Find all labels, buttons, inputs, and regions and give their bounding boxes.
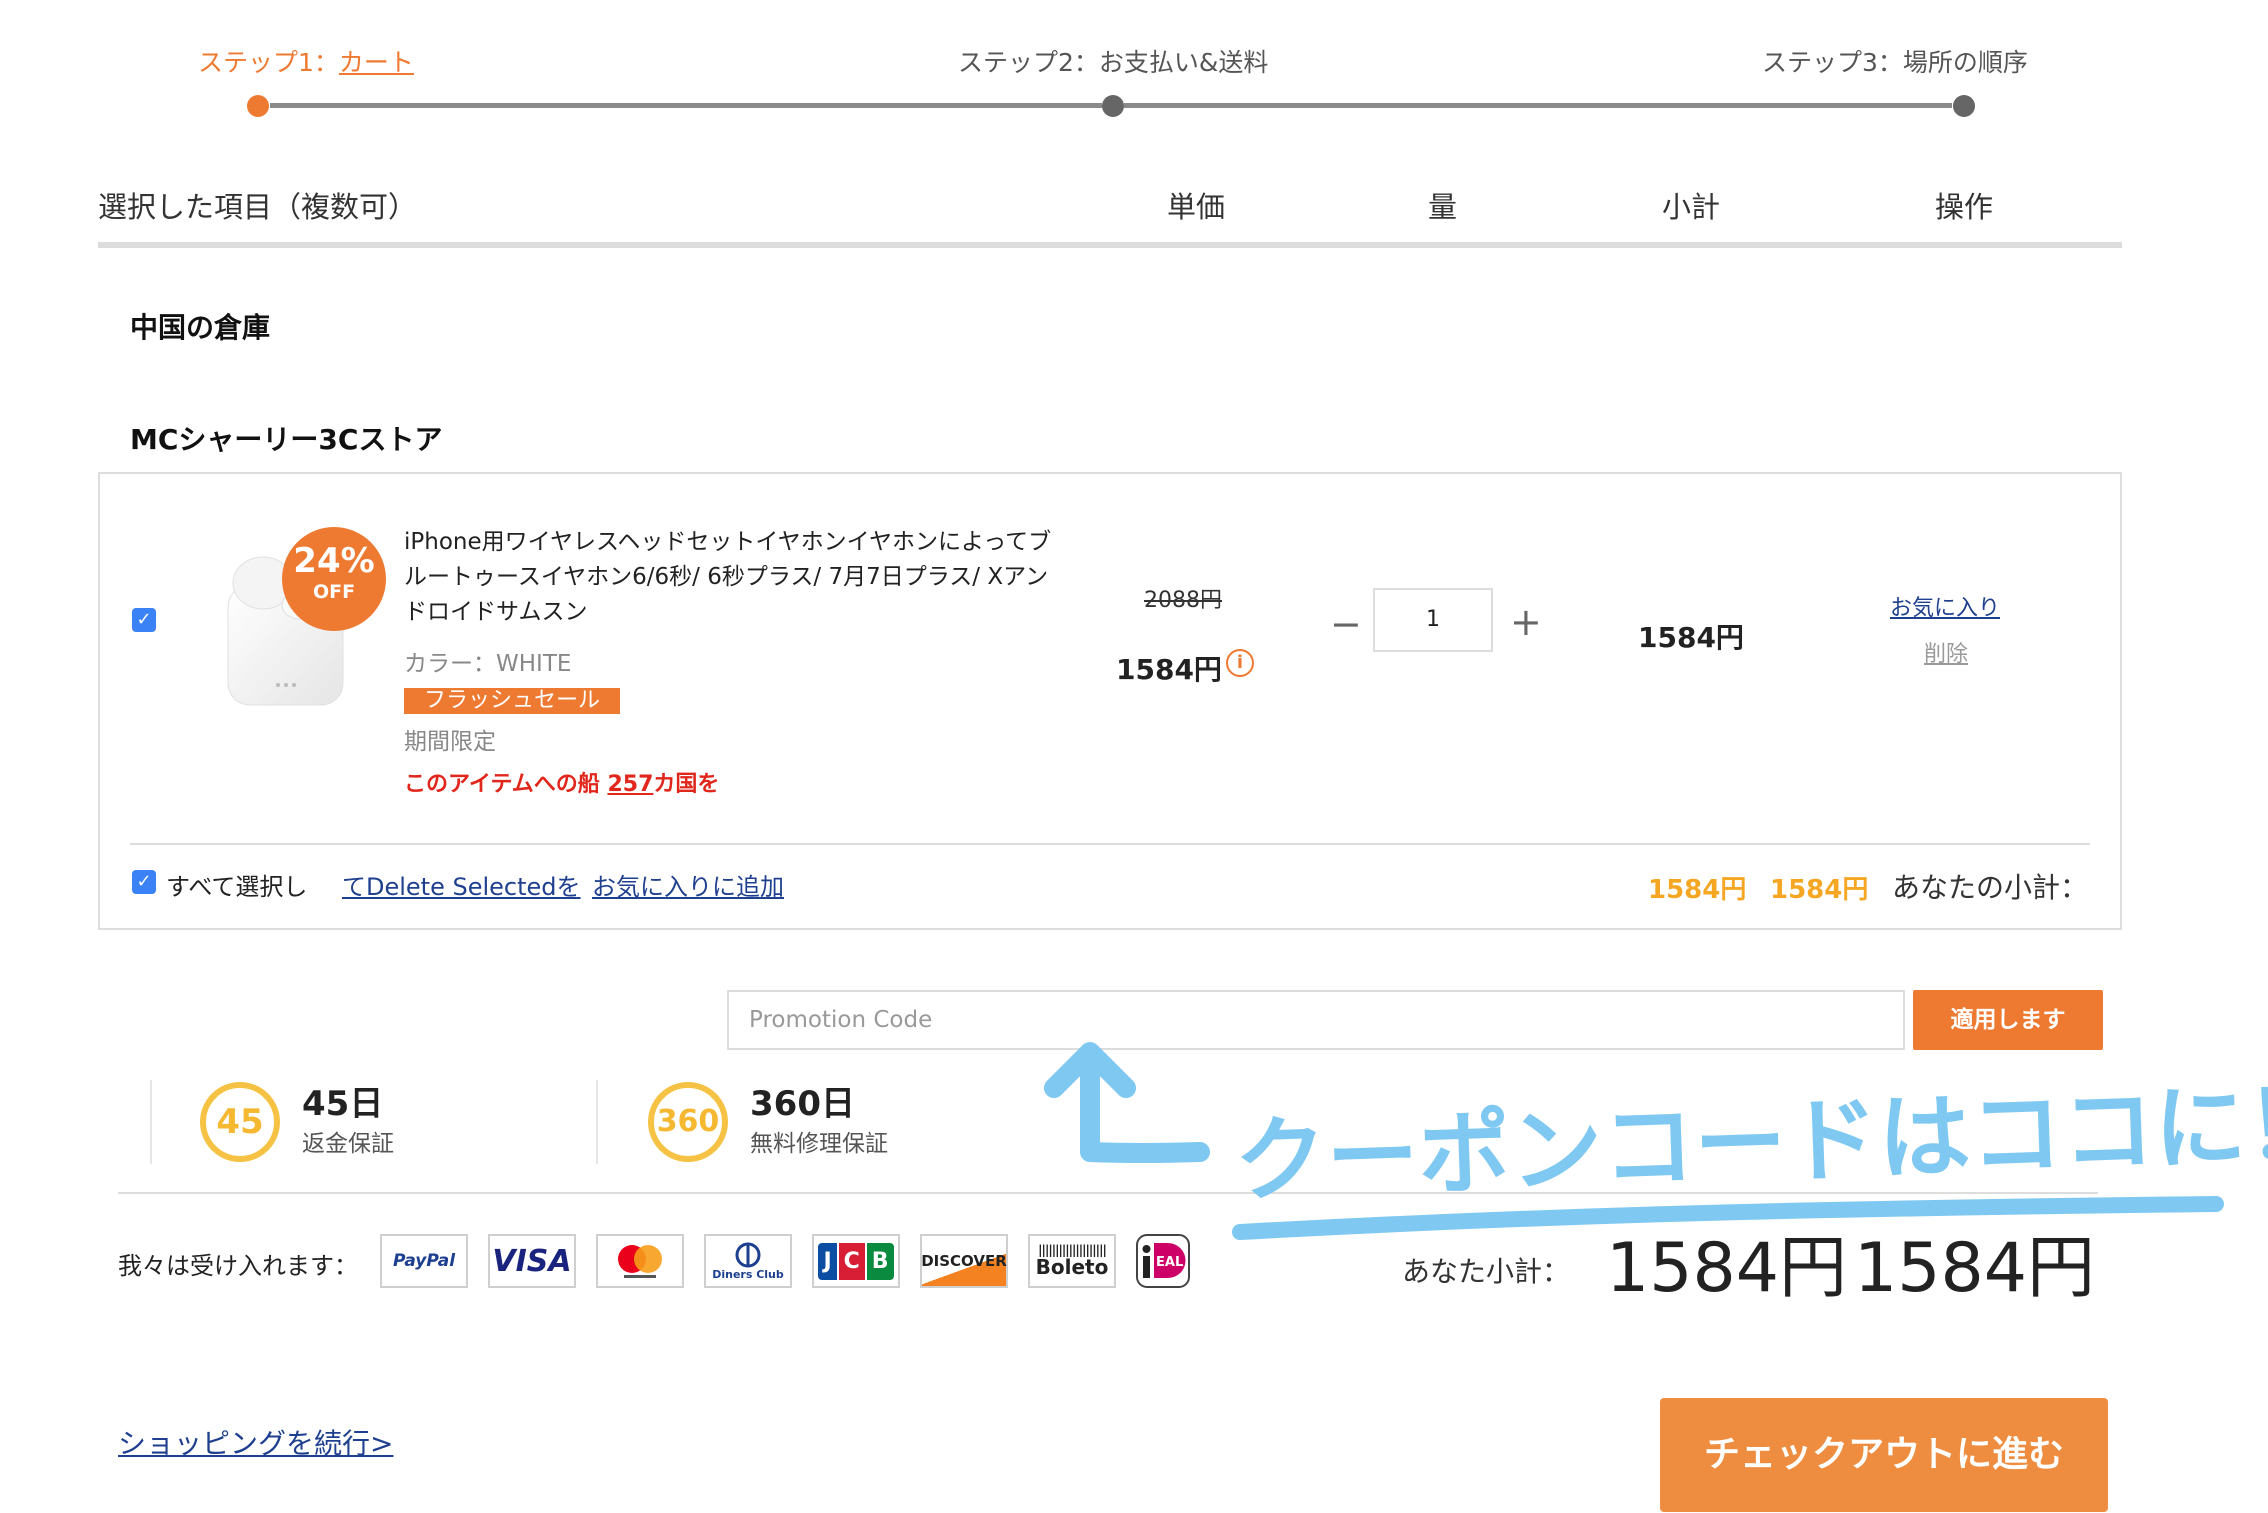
- select-all-checkbox[interactable]: ✓: [132, 870, 156, 894]
- header-items: 選択した項目（複数可）: [98, 190, 418, 224]
- flash-sale-tag: フラッシュセール: [404, 688, 621, 714]
- ship-country-count[interactable]: 257: [607, 772, 653, 797]
- your-subtotal-label: あなたの小計：: [1892, 871, 2089, 904]
- step-2-label: ステップ2：お支払い&送料: [958, 48, 1269, 77]
- header-operation: 操作: [1935, 190, 1994, 224]
- paypal-icon: PayPal: [380, 1234, 468, 1288]
- discount-off: OFF: [312, 581, 356, 603]
- guarantee-separator-left: [150, 1080, 152, 1164]
- checkout-button[interactable]: チェックアウトに進む: [1660, 1398, 2108, 1512]
- box-divider: [130, 843, 2090, 845]
- refund-label: 返金保証: [302, 1131, 394, 1157]
- step-3-label: ステップ3：場所の順序: [1762, 48, 2028, 77]
- step-1-prefix: ステップ1：: [198, 48, 339, 77]
- cart-items-box: [98, 472, 2122, 930]
- qty-plus-button[interactable]: +: [1510, 602, 1542, 642]
- delete-selected-link[interactable]: てDelete Selectedを: [342, 867, 581, 902]
- repair-label: 無料修理保証: [750, 1131, 888, 1157]
- delete-link[interactable]: 削除: [1924, 636, 1968, 668]
- repair-guarantee-icon: 360: [648, 1082, 728, 1162]
- header-subtotal: 小計: [1662, 190, 1721, 224]
- ship-suffix: カ国を: [653, 772, 720, 797]
- quantity-input[interactable]: 1: [1373, 588, 1493, 652]
- boleto-icon: |||||||||||||||||||| Boleto: [1028, 1234, 1116, 1288]
- step-line-1: [270, 103, 1102, 108]
- product-color: カラー：WHITE: [404, 651, 572, 677]
- warehouse-title: 中国の倉庫: [130, 311, 271, 344]
- discount-percent: 24%: [293, 541, 375, 581]
- svg-text:EAL: EAL: [1156, 1255, 1183, 1270]
- discover-icon: DISCOVER: [920, 1234, 1008, 1288]
- selected-amount-2: 1584円: [1770, 875, 1869, 905]
- ship-prefix: このアイテムへの船: [404, 772, 600, 797]
- accept-label: 我々は受け入れます：: [118, 1252, 358, 1280]
- continue-shopping-link[interactable]: ショッピングを続行>: [118, 1422, 393, 1462]
- step-1-label: ステップ1：カート: [198, 43, 414, 79]
- mastercard-icon: [596, 1234, 684, 1288]
- header-quantity: 量: [1428, 190, 1458, 224]
- step-line-2: [1124, 103, 1952, 108]
- item-subtotal: 1584円: [1638, 621, 1744, 654]
- favorite-link[interactable]: お気に入り: [1890, 590, 2000, 622]
- select-all-label[interactable]: すべて選択し: [166, 867, 307, 902]
- guarantee-separator-mid: [596, 1080, 598, 1164]
- refund-guarantee-icon: 45: [200, 1082, 280, 1162]
- step-2-dot: [1102, 95, 1124, 117]
- visa-icon: VISA: [488, 1234, 576, 1288]
- annotation-underline: [1232, 1196, 2224, 1240]
- cart-step-link[interactable]: カート: [339, 48, 414, 77]
- ideal-icon: EAL: [1136, 1234, 1190, 1288]
- store-name[interactable]: MCシャーリー3Cストア: [130, 418, 442, 458]
- selected-amount-1: 1584円: [1648, 875, 1747, 905]
- apply-button[interactable]: 適用します: [1913, 990, 2103, 1050]
- header-rule: [98, 242, 2122, 248]
- diners-club-icon: Diners Club: [704, 1234, 792, 1288]
- promotion-code-input[interactable]: Promotion Code: [727, 990, 1905, 1050]
- product-title[interactable]: iPhone用ワイヤレスヘッドセットイヤホンイヤホンによってブルートゥースイヤホ…: [404, 525, 1064, 630]
- total-label: あなた小計：: [1402, 1255, 1571, 1288]
- info-icon[interactable]: i: [1226, 649, 1254, 677]
- limited-time: 期間限定: [404, 729, 496, 755]
- refund-days: 45日: [302, 1084, 384, 1124]
- header-unit-price: 単価: [1167, 190, 1226, 224]
- annotation-arrow-icon: [1044, 1042, 1210, 1163]
- shipping-info: このアイテムへの船 257カ国を: [404, 766, 719, 798]
- repair-days: 360日: [750, 1084, 855, 1124]
- discount-badge: 24% OFF: [282, 527, 386, 631]
- step-1-dot: [247, 95, 269, 117]
- original-price: 2088円: [1144, 588, 1222, 613]
- add-to-favorites-link[interactable]: お気に入りに追加: [592, 867, 784, 902]
- qty-minus-button[interactable]: −: [1330, 604, 1362, 644]
- jcb-icon: JCB: [812, 1234, 900, 1288]
- step-3-dot: [1953, 95, 1975, 117]
- item-checkbox[interactable]: ✓: [132, 608, 156, 632]
- unit-price: 1584円: [1116, 653, 1222, 686]
